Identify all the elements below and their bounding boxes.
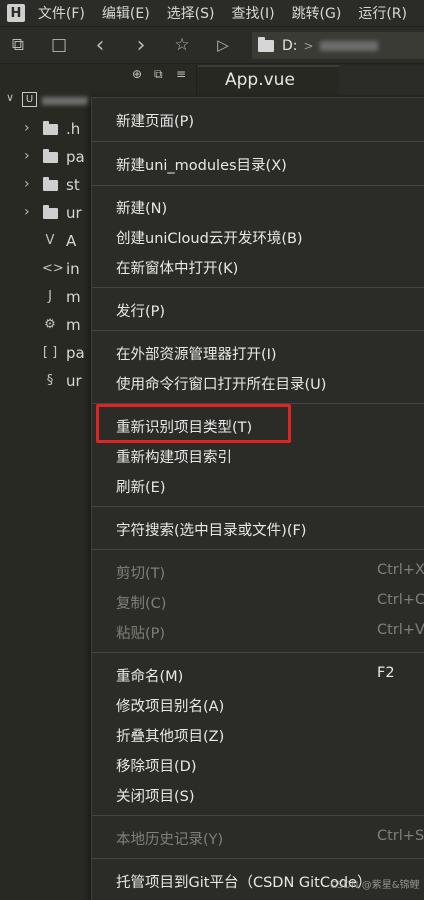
tab-app-vue[interactable]: App.vue xyxy=(198,65,339,95)
folder-icon xyxy=(43,205,58,219)
menu-item-open-new-window[interactable]: 在新窗体中打开(K) xyxy=(116,257,238,278)
menu-separator xyxy=(92,815,424,816)
json-file-icon: [ ] xyxy=(42,345,58,360)
shortcut-cut: Ctrl+X xyxy=(377,562,424,578)
menu-run[interactable]: 运行(R) xyxy=(358,3,407,23)
path-breadcrumb[interactable]: D: > xyxy=(252,32,424,59)
menu-item-text-search[interactable]: 字符搜索(选中目录或文件)(F) xyxy=(116,519,306,540)
vue-file-icon: V xyxy=(45,233,55,248)
tree-item-label: pa xyxy=(66,344,85,362)
shortcut-copy: Ctrl+C xyxy=(377,592,424,608)
project-type-icon: U xyxy=(22,92,37,107)
tab-strip xyxy=(339,65,424,95)
menu-item-rebuild-index[interactable]: 重新构建项目索引 xyxy=(116,446,232,467)
play-icon[interactable]: ▷ xyxy=(213,36,233,54)
chevron-down-icon[interactable]: ∨ xyxy=(6,91,14,104)
app-logo-icon: H xyxy=(7,4,25,22)
chevron-right-icon: > xyxy=(303,38,314,53)
menu-item-collapse-others[interactable]: 折叠其他项目(Z) xyxy=(116,725,224,746)
shortcut-local-history: Ctrl+Sl xyxy=(377,828,424,844)
tree-item-label: pa xyxy=(66,148,85,166)
tree-item-label: in xyxy=(66,260,80,278)
sidebar-header: ⊕ ⧉ ≡ xyxy=(0,65,196,85)
menu-separator xyxy=(92,330,424,331)
menu-item-publish[interactable]: 发行(P) xyxy=(116,300,165,321)
forward-icon[interactable]: › xyxy=(131,33,151,58)
menu-separator xyxy=(92,549,424,550)
tree-item-label: ur xyxy=(66,372,82,390)
menu-item-local-history: 本地历史记录(Y) xyxy=(116,832,224,848)
context-menu: 新建页面(P) 新建uni_modules目录(X) 新建(N) 创建uniCl… xyxy=(91,97,424,900)
config-file-icon: ⚙ xyxy=(44,317,56,332)
menu-separator xyxy=(92,652,424,653)
menu-goto[interactable]: 跳转(G) xyxy=(292,3,342,23)
menu-item-new-uni-modules[interactable]: 新建uni_modules目录(X) xyxy=(116,154,287,175)
path-drive: D: xyxy=(282,37,298,54)
tree-item-label: m xyxy=(66,288,81,306)
project-name-redacted xyxy=(42,97,88,105)
chevron-right-icon[interactable]: › xyxy=(24,204,30,220)
target-icon[interactable]: ⊕ xyxy=(132,67,142,81)
path-redacted xyxy=(319,40,378,51)
menu-item-rename[interactable]: 重命名(M) xyxy=(116,665,183,686)
menu-item-edit-alias[interactable]: 修改项目别名(A) xyxy=(116,695,224,716)
chevron-right-icon[interactable]: › xyxy=(24,176,30,192)
folder-icon xyxy=(43,177,58,191)
menu-item-paste: 粘贴(P) xyxy=(116,626,166,642)
chevron-right-icon[interactable]: › xyxy=(24,148,30,164)
chevron-right-icon[interactable]: › xyxy=(24,120,30,136)
shortcut-paste: Ctrl+V xyxy=(377,622,424,638)
tree-item-label: m xyxy=(66,316,81,334)
html-file-icon: <> xyxy=(42,261,64,276)
shortcut-rename: F2 xyxy=(377,665,395,681)
menu-file[interactable]: 文件(F) xyxy=(38,3,85,23)
tree-item-label: .h xyxy=(66,120,81,138)
menu-item-new[interactable]: 新建(N) xyxy=(116,197,167,218)
menu-separator xyxy=(92,185,424,186)
menu-item-refresh[interactable]: 刷新(E) xyxy=(116,476,165,497)
menu-find[interactable]: 查找(I) xyxy=(232,3,275,23)
save-icon[interactable]: □ xyxy=(49,35,69,55)
folder-icon xyxy=(43,149,58,163)
menu-item-open-terminal[interactable]: 使用命令行窗口打开所在目录(U) xyxy=(116,373,326,394)
menu-item-open-explorer[interactable]: 在外部资源管理器打开(I) xyxy=(116,343,277,364)
menu-edit[interactable]: 编辑(E) xyxy=(102,3,150,23)
menu-item-create-unicloud[interactable]: 创建uniCloud云开发环境(B) xyxy=(116,227,303,248)
folder-icon xyxy=(43,121,58,135)
tab-label: App.vue xyxy=(225,70,295,90)
menu-item-remove-project[interactable]: 移除项目(D) xyxy=(116,755,196,776)
menu-separator xyxy=(92,858,424,859)
tree-item-label: st xyxy=(66,176,80,194)
menu-item-copy: 复制(C) xyxy=(116,596,167,612)
menu-item-cut: 剪切(T) xyxy=(116,566,166,582)
menu-separator xyxy=(92,287,424,288)
menu-icon[interactable]: ≡ xyxy=(176,67,186,81)
tree-item-label: ur xyxy=(66,204,82,222)
menu-separator xyxy=(92,141,424,142)
tree-item-label: A xyxy=(66,232,77,250)
highlight-box xyxy=(96,404,291,443)
style-file-icon: § xyxy=(46,373,54,388)
js-file-icon: J xyxy=(48,289,52,304)
star-icon[interactable]: ☆ xyxy=(172,35,192,55)
menu-select[interactable]: 选择(S) xyxy=(167,3,215,23)
collapse-icon[interactable]: ⧉ xyxy=(154,67,163,82)
back-icon[interactable]: ‹ xyxy=(90,33,110,58)
menu-bar: H 文件(F) 编辑(E) 选择(S) 查找(I) 跳转(G) 运行(R) xyxy=(0,0,424,26)
menu-item-close-project[interactable]: 关闭项目(S) xyxy=(116,785,195,806)
folder-icon xyxy=(258,36,274,52)
watermark: CSDN @紫星&锦鲤 xyxy=(330,880,420,891)
menu-separator xyxy=(92,506,424,507)
save-as-icon[interactable]: ⧉ xyxy=(8,35,28,55)
toolbar: ⧉ □ ‹ › ☆ ▷ D: > xyxy=(0,26,424,64)
menu-item-new-page[interactable]: 新建页面(P) xyxy=(116,110,194,131)
